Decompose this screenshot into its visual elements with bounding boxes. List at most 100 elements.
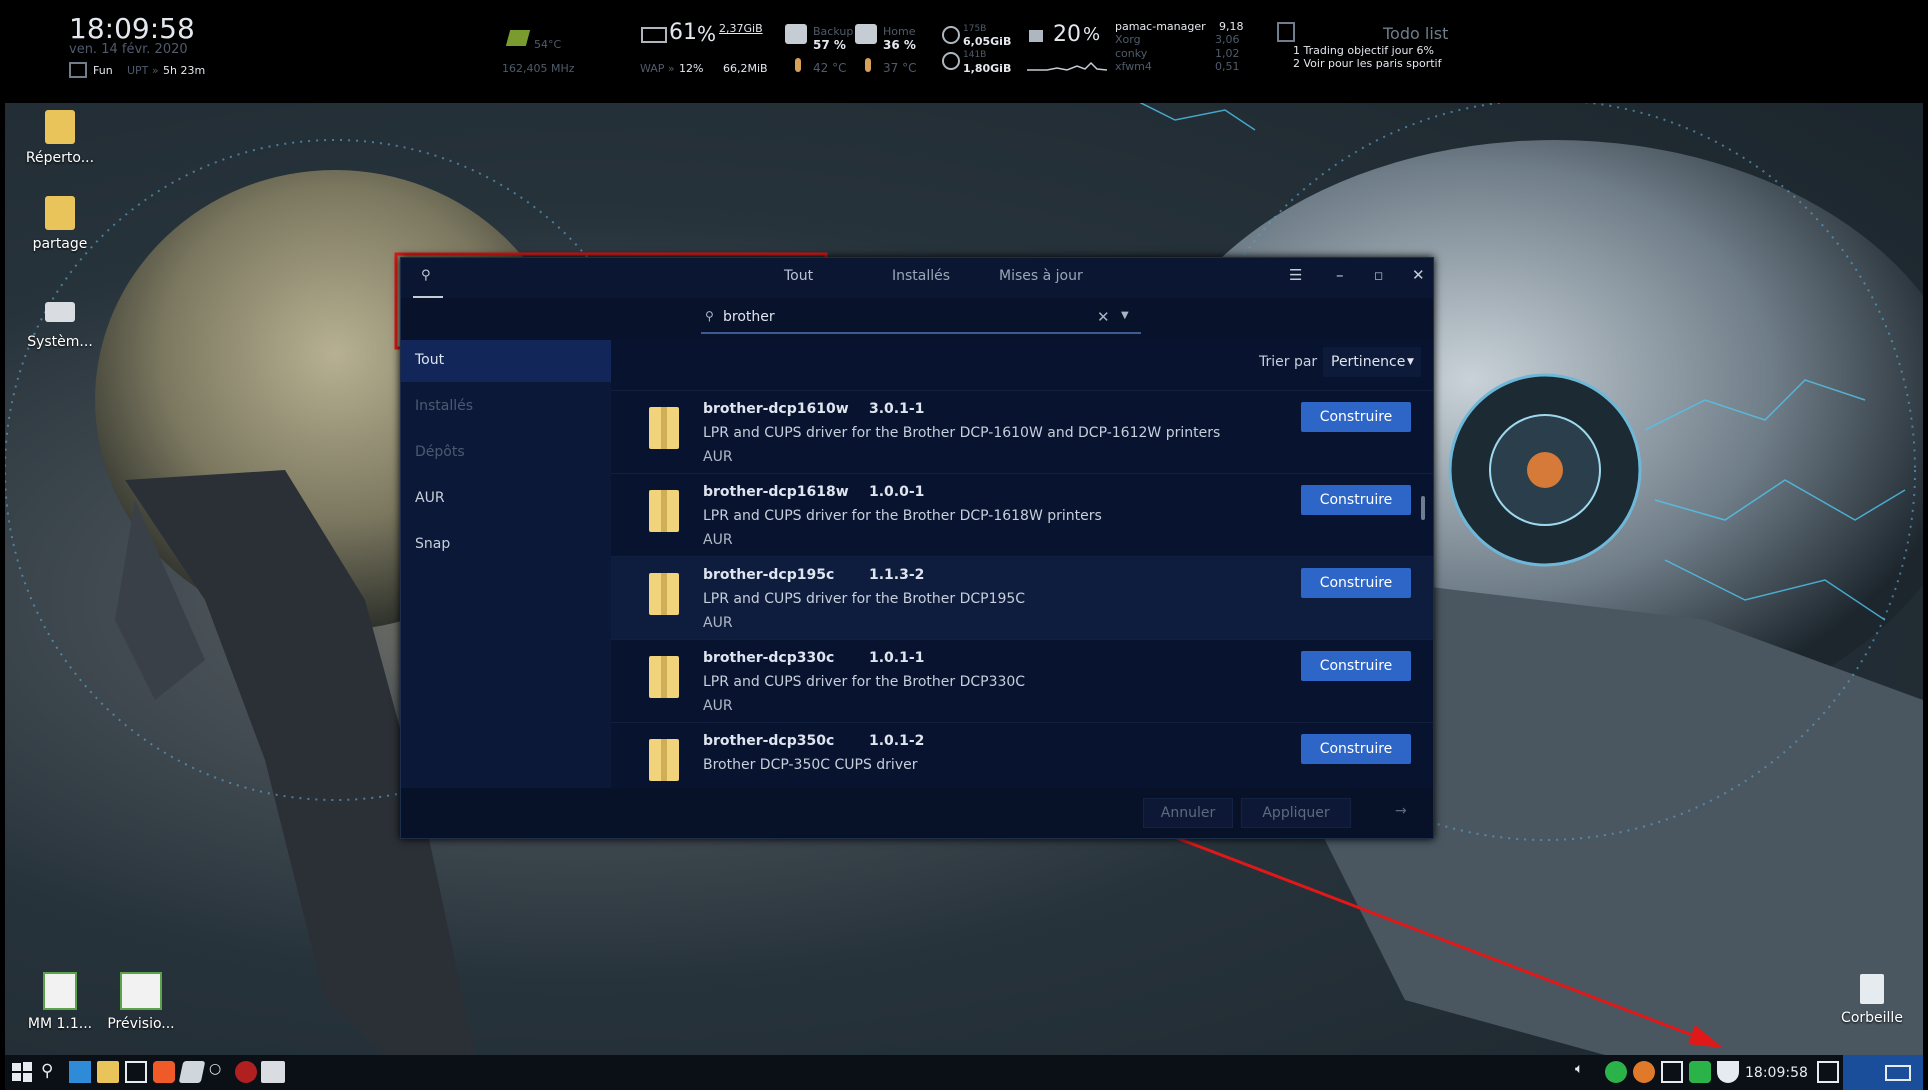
update-icon[interactable] bbox=[1633, 1061, 1655, 1083]
search-toggle-button[interactable]: ⚲ bbox=[413, 258, 443, 298]
package-row[interactable]: brother-dcp195c 1.1.3-2 LPR and CUPS dri… bbox=[611, 556, 1433, 639]
desktop-icon-partage[interactable]: partage bbox=[15, 196, 105, 252]
build-button[interactable]: Construire bbox=[1301, 568, 1411, 598]
text-editor-icon[interactable] bbox=[178, 1061, 206, 1083]
gpu-temp: 54°C bbox=[534, 38, 562, 51]
build-button[interactable]: Construire bbox=[1301, 485, 1411, 515]
nvidia-icon bbox=[505, 30, 531, 46]
sort-bar: Trier par Pertinence ▼ bbox=[611, 340, 1433, 386]
notification-icon[interactable] bbox=[1817, 1061, 1839, 1083]
maximize-icon[interactable]: ◻ bbox=[1374, 269, 1383, 282]
todo-icon bbox=[1277, 22, 1295, 42]
taskbar-clock[interactable]: 18:09:58 bbox=[1745, 1065, 1808, 1081]
shield-icon[interactable] bbox=[1717, 1061, 1739, 1083]
cpu-percent: 20 bbox=[1053, 22, 1081, 47]
home-percent: 36 % bbox=[883, 38, 916, 52]
pamac-taskbar-icon[interactable] bbox=[261, 1061, 285, 1083]
package-archive-icon bbox=[649, 573, 679, 615]
ram-percent: 61 bbox=[669, 20, 697, 45]
apply-button[interactable]: Appliquer bbox=[1241, 798, 1351, 828]
desktop-icon-label: Réperto... bbox=[25, 150, 95, 166]
ram-icon bbox=[641, 27, 667, 43]
search-icon[interactable]: ⚲ bbox=[41, 1061, 63, 1083]
disk-read-icon bbox=[942, 26, 960, 44]
clear-search-icon[interactable]: ✕ bbox=[1097, 308, 1110, 326]
package-version: 1.0.1-1 bbox=[869, 650, 925, 666]
disk2-used: 1,80GiB bbox=[963, 62, 1012, 75]
folder-icon[interactable] bbox=[97, 1061, 119, 1083]
list-scrollbar[interactable] bbox=[1421, 496, 1425, 520]
search-icon: ⚲ bbox=[421, 268, 431, 283]
desktop-icon-systeme[interactable]: Systèm... bbox=[15, 292, 105, 350]
process-1-value: 9,18 bbox=[1219, 20, 1244, 33]
taskbar: ⚲ ○ 🔈︎ 18:09:58 bbox=[5, 1055, 1923, 1090]
spreadsheet-icon bbox=[43, 972, 77, 1010]
pamac-window: ⚲ Tout Installés Mises à jour ☰ – ◻ ✕ ⚲ … bbox=[400, 257, 1434, 839]
temp-1: 42 °C bbox=[813, 61, 847, 75]
show-desktop-button[interactable] bbox=[1843, 1055, 1923, 1090]
volume-icon[interactable]: 🔈︎ bbox=[1575, 1061, 1597, 1083]
sidebar: Tout Installés Dépôts AUR Snap bbox=[401, 340, 611, 788]
conky-user: Fun bbox=[93, 64, 113, 77]
build-button[interactable]: Construire bbox=[1301, 402, 1411, 432]
file-manager-icon[interactable] bbox=[69, 1061, 91, 1083]
backup-percent: 57 % bbox=[813, 38, 846, 52]
package-name: brother-dcp350c bbox=[703, 733, 835, 749]
package-archive-icon bbox=[649, 407, 679, 449]
package-description: Brother DCP-350C CUPS driver bbox=[703, 757, 918, 773]
process-4-value: 0,51 bbox=[1215, 60, 1240, 73]
package-row[interactable]: brother-dcp330c 1.0.1-1 LPR and CUPS dri… bbox=[611, 639, 1433, 722]
desktop-icon-label: MM 1.1... bbox=[27, 1016, 93, 1032]
package-row[interactable]: brother-dcp350c 1.0.1-2 Brother DCP-350C… bbox=[611, 722, 1433, 788]
cpu-percent-sign: % bbox=[1083, 24, 1101, 45]
cancel-button[interactable]: Annuler bbox=[1143, 798, 1233, 828]
brave-browser-icon[interactable] bbox=[153, 1061, 175, 1083]
temp-2: 37 °C bbox=[883, 61, 917, 75]
sort-dropdown[interactable]: Pertinence ▼ bbox=[1323, 347, 1421, 377]
package-row[interactable]: brother-dcp1610w 3.0.1-1 LPR and CUPS dr… bbox=[611, 390, 1433, 473]
sidebar-item-installes[interactable]: Installés bbox=[401, 386, 611, 428]
package-row[interactable]: brother-dcp1618w 1.0.0-1 LPR and CUPS dr… bbox=[611, 473, 1433, 556]
search-bar: ⚲ brother ✕ ▼ bbox=[401, 298, 1433, 340]
desktop-icon-prevision[interactable]: Prévisio... bbox=[96, 972, 186, 1032]
search-input[interactable]: ⚲ brother ✕ ▼ bbox=[701, 304, 1141, 334]
terminal-icon[interactable] bbox=[125, 1061, 147, 1083]
sidebar-item-tout[interactable]: Tout bbox=[401, 340, 611, 382]
desktop-icon-corbeille[interactable]: Corbeille bbox=[1827, 974, 1917, 1026]
chevron-down-icon[interactable]: ▼ bbox=[1121, 310, 1129, 321]
sidebar-item-label: Snap bbox=[415, 536, 451, 552]
conky-panel: 18:09:58 ven. 14 févr. 2020 Fun UPT » 5h… bbox=[5, 0, 1923, 103]
todo-item-2: 2 Voir pour les paris sportif bbox=[1293, 57, 1442, 70]
desktop-icon-repertoire[interactable]: Réperto... bbox=[15, 110, 105, 166]
build-button[interactable]: Construire bbox=[1301, 651, 1411, 681]
tab-installes[interactable]: Installés bbox=[892, 268, 950, 284]
close-icon[interactable]: ✕ bbox=[1412, 266, 1425, 284]
desktop-icon-label: partage bbox=[32, 236, 88, 252]
sidebar-item-snap[interactable]: Snap bbox=[401, 524, 611, 566]
sidebar-item-depots[interactable]: Dépôts bbox=[401, 432, 611, 474]
tab-tout[interactable]: Tout bbox=[784, 268, 813, 284]
process-2-name: Xorg bbox=[1115, 33, 1141, 46]
package-version: 1.0.1-2 bbox=[869, 733, 925, 749]
thermometer-icon-2 bbox=[865, 58, 871, 72]
desktop-icon-mm[interactable]: MM 1.1... bbox=[15, 972, 105, 1032]
network-icon[interactable] bbox=[1661, 1061, 1683, 1083]
build-button[interactable]: Construire bbox=[1301, 734, 1411, 764]
conky-time: 18:09:58 bbox=[69, 12, 195, 45]
tab-mises-a-jour[interactable]: Mises à jour bbox=[999, 268, 1083, 284]
circle-icon[interactable]: ○ bbox=[209, 1061, 231, 1083]
check-shield-icon[interactable] bbox=[1605, 1061, 1627, 1083]
folder-user-icon bbox=[45, 110, 75, 144]
conky-date: ven. 14 févr. 2020 bbox=[69, 42, 188, 57]
check-icon[interactable] bbox=[1689, 1061, 1711, 1083]
sidebar-item-aur[interactable]: AUR bbox=[401, 478, 611, 520]
package-version: 1.1.3-2 bbox=[869, 567, 925, 583]
menu-icon[interactable]: ☰ bbox=[1289, 266, 1302, 284]
window-footer: Annuler Appliquer → bbox=[401, 788, 1433, 838]
arrow-right-icon[interactable]: → bbox=[1395, 803, 1407, 819]
desktop: 18:09:58 ven. 14 févr. 2020 Fun UPT » 5h… bbox=[5, 0, 1923, 1090]
minimize-icon[interactable]: – bbox=[1336, 266, 1344, 284]
windows-start-icon[interactable] bbox=[11, 1061, 33, 1083]
package-repo: AUR bbox=[703, 449, 733, 465]
app-shield-icon[interactable] bbox=[235, 1061, 257, 1083]
